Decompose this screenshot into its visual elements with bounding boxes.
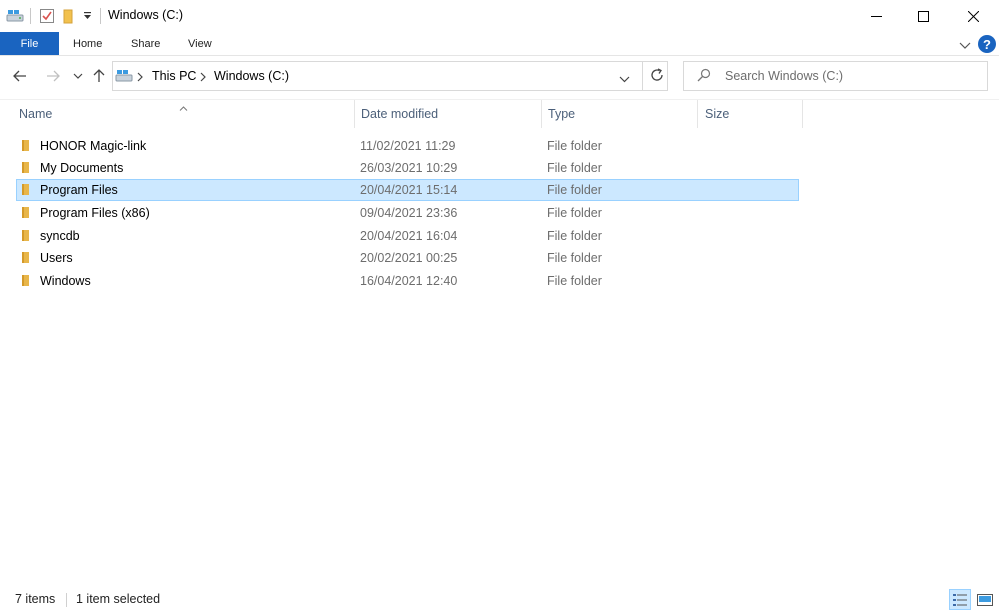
- file-date: 11/02/2021 11:29: [360, 139, 456, 153]
- drive-icon[interactable]: [6, 8, 24, 27]
- help-icon: ?: [983, 36, 991, 52]
- window-title: Windows (C:): [108, 8, 184, 22]
- file-type: File folder: [547, 183, 602, 197]
- breadcrumb-chevron-icon[interactable]: [200, 71, 206, 85]
- breadcrumb-windows-c[interactable]: Windows (C:): [214, 69, 289, 83]
- file-date: 20/02/2021 00:25: [360, 251, 458, 265]
- column-separator[interactable]: [802, 100, 803, 128]
- title-bar: Windows (C:): [0, 0, 999, 32]
- column-separator[interactable]: [354, 100, 355, 128]
- file-name[interactable]: Program Files (x86): [40, 206, 150, 220]
- file-name[interactable]: Program Files: [40, 183, 118, 197]
- status-separator: [66, 593, 67, 607]
- sort-ascending-icon: [179, 100, 188, 114]
- file-name[interactable]: Windows: [40, 274, 91, 288]
- tab-share[interactable]: Share: [131, 32, 160, 55]
- file-type: File folder: [547, 251, 602, 265]
- search-input[interactable]: Search Windows (C:): [725, 69, 843, 83]
- file-date: 20/04/2021 16:04: [360, 229, 458, 243]
- file-row[interactable]: Program Files (x86) 09/04/2021 23:36 Fil…: [16, 202, 799, 224]
- folder-icon: [21, 274, 30, 290]
- file-date: 20/04/2021 15:14: [360, 183, 458, 197]
- address-history-chevron-icon[interactable]: [619, 72, 630, 86]
- file-type: File folder: [547, 206, 602, 220]
- new-folder-icon[interactable]: [62, 8, 74, 27]
- file-row[interactable]: My Documents 26/03/2021 10:29 File folde…: [16, 157, 799, 179]
- file-date: 26/03/2021 10:29: [360, 161, 458, 175]
- up-button[interactable]: [90, 64, 108, 88]
- title-separator: [100, 8, 101, 24]
- search-icon: [697, 68, 711, 85]
- file-type: File folder: [547, 229, 602, 243]
- file-row[interactable]: Windows 16/04/2021 12:40 File folder: [16, 270, 799, 292]
- file-type: File folder: [547, 139, 602, 153]
- arrow-up-icon: [93, 69, 105, 82]
- minimize-button[interactable]: [853, 0, 899, 32]
- file-type: File folder: [547, 274, 602, 288]
- file-name[interactable]: syncdb: [40, 229, 80, 243]
- minimize-icon: [870, 15, 882, 17]
- tab-file[interactable]: File: [0, 32, 59, 55]
- arrow-left-icon: [13, 70, 26, 82]
- file-type: File folder: [547, 161, 602, 175]
- column-header-size[interactable]: Size: [705, 107, 729, 121]
- file-row[interactable]: syncdb 20/04/2021 16:04 File folder: [16, 225, 799, 247]
- close-icon: [967, 10, 979, 22]
- tab-home[interactable]: Home: [73, 32, 102, 55]
- properties-icon[interactable]: [39, 8, 55, 27]
- folder-icon: [21, 206, 30, 222]
- forward-button[interactable]: [42, 64, 64, 88]
- status-item-count: 7 items: [15, 592, 56, 606]
- folder-icon: [21, 251, 30, 267]
- close-button[interactable]: [950, 0, 996, 32]
- recent-locations-button[interactable]: [70, 64, 86, 88]
- this-pc-icon: [115, 68, 133, 87]
- status-selection: 1 item selected: [76, 592, 161, 606]
- folder-icon: [21, 229, 30, 245]
- breadcrumb-chevron-icon[interactable]: [137, 71, 143, 85]
- pane-divider: [0, 99, 999, 100]
- column-separator[interactable]: [541, 100, 542, 128]
- column-header-type[interactable]: Type: [548, 107, 575, 121]
- arrow-right-icon: [47, 70, 60, 82]
- large-icons-view-icon: [977, 593, 993, 606]
- file-row[interactable]: Users 20/02/2021 00:25 File folder: [16, 247, 799, 269]
- help-button[interactable]: ?: [978, 35, 996, 53]
- qat-separator: [30, 8, 31, 24]
- maximize-button[interactable]: [900, 0, 946, 32]
- file-row-selected[interactable]: Program Files 20/04/2021 15:14 File fold…: [16, 179, 799, 201]
- file-name[interactable]: Users: [40, 251, 73, 265]
- chevron-down-icon: [73, 73, 83, 79]
- large-icons-view-button[interactable]: [974, 589, 996, 610]
- file-name[interactable]: My Documents: [40, 161, 123, 175]
- breadcrumb-this-pc[interactable]: This PC: [152, 69, 196, 83]
- column-header-name[interactable]: Name: [19, 107, 52, 121]
- column-separator[interactable]: [697, 100, 698, 128]
- address-divider: [642, 61, 643, 91]
- column-header-date-modified[interactable]: Date modified: [361, 107, 438, 121]
- details-view-button[interactable]: [949, 589, 971, 610]
- folder-icon: [21, 139, 30, 155]
- folder-icon: [21, 183, 30, 199]
- maximize-icon: [917, 10, 929, 22]
- ribbon-divider: [0, 55, 999, 56]
- file-name[interactable]: HONOR Magic-link: [40, 139, 146, 153]
- details-view-icon: [953, 593, 967, 606]
- back-button[interactable]: [9, 64, 31, 88]
- file-row[interactable]: HONOR Magic-link 11/02/2021 11:29 File f…: [16, 135, 799, 157]
- folder-icon: [21, 161, 30, 177]
- customize-qat-icon[interactable]: [83, 10, 92, 24]
- file-date: 09/04/2021 23:36: [360, 206, 458, 220]
- refresh-icon[interactable]: [650, 68, 664, 85]
- expand-ribbon-icon[interactable]: [959, 39, 971, 53]
- file-date: 16/04/2021 12:40: [360, 274, 458, 288]
- tab-view[interactable]: View: [188, 32, 212, 55]
